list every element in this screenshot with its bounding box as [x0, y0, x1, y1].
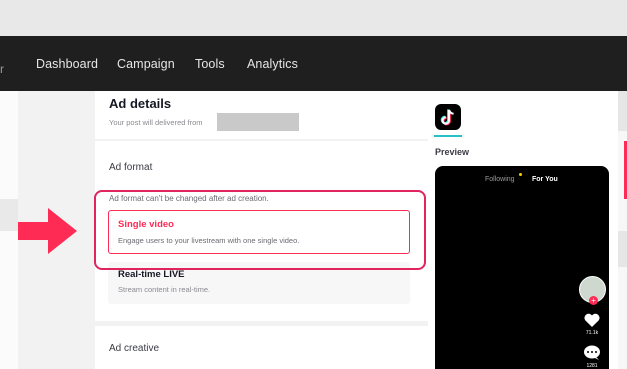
comment-icon[interactable] [583, 345, 601, 361]
like-count: 71.1k [585, 330, 599, 336]
heart-icon[interactable] [583, 312, 601, 328]
arrow-right-icon [18, 208, 77, 254]
right-edge-panel [618, 91, 627, 369]
ad-creative-title: Ad creative [109, 343, 160, 354]
ad-details-title: Ad details [109, 96, 172, 111]
nav-tools[interactable]: Tools [195, 57, 225, 71]
follow-plus-icon[interactable]: + [589, 296, 598, 305]
browser-top-bar [0, 0, 627, 36]
phone-preview: Following For You + 71.1k 1281 [435, 166, 609, 369]
nav-dashboard[interactable]: Dashboard [36, 57, 98, 71]
preview-title: Preview [435, 147, 470, 157]
left-sidebar [0, 91, 18, 369]
notification-dot [519, 173, 522, 176]
account-name-redacted [217, 113, 299, 131]
sidebar-selected-item[interactable] [0, 199, 18, 231]
nav-analytics[interactable]: Analytics [247, 57, 298, 71]
logo-underline [434, 135, 462, 137]
tab-for-you[interactable]: For You [532, 176, 558, 183]
option-real-time-live-label: Real-time LIVE [118, 269, 185, 280]
right-edge-block [618, 91, 627, 131]
comment-count: 1281 [586, 363, 598, 369]
right-edge-block [618, 231, 627, 267]
annotation-highlight-frame [94, 190, 426, 270]
option-real-time-live-description: Stream content in real-time. [118, 285, 211, 294]
nav-campaign[interactable]: Campaign [117, 57, 175, 71]
ad-details-subtitle: Your post will delivered from [109, 118, 203, 127]
nav-edge-fragment: r [0, 62, 4, 76]
tiktok-logo-icon [435, 104, 461, 130]
ad-format-title: Ad format [109, 162, 153, 173]
tab-following[interactable]: Following [485, 176, 515, 183]
